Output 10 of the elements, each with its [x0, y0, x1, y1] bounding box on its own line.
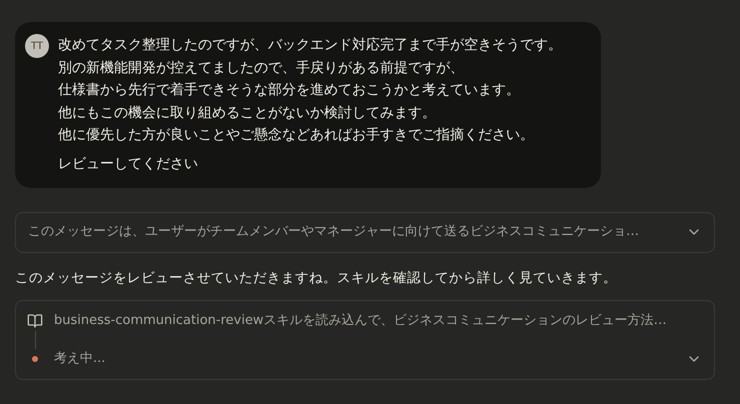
user-avatar: TT [25, 34, 49, 58]
step-text: business-communication-reviewスキルを読み込んで、ビジネスコミュニケーションのレビュー方法… [54, 312, 667, 330]
request-text: レビューしてください [58, 154, 199, 174]
summary-panel[interactable]: このメッセージは、ユーザーがチームメンバーやマネージャーに向けて送るビジネスコミュニケーショ… [15, 212, 715, 252]
activity-panel[interactable]: business-communication-reviewスキルを読み込んで、ビジネスコミュニケーションのレビュー方法… 考え中... [15, 300, 715, 380]
step-text: 考え中... [54, 350, 106, 368]
book-icon [27, 312, 43, 328]
summary-text: このメッセージは、ユーザーがチームメンバーやマネージャーに向けて送るビジネスコミュニケーショ… [28, 223, 639, 242]
message-text: 改めてタスク整理したのですが、バックエンド対応完了まで手が空きそうです。 別の新機能開発が控えてましたので、手戻りがある前提ですが、 仕様書から先行で着手できそうな部分を進めておこうかと考えています。 他にもこの機会に取り組めることがないか検討してみます。 他に優先した方が良いことやご懸念などあればお手すきでご指摘ください。 [58, 36, 562, 145]
assistant-reply: このメッセージをレビューさせていただきますね。スキルを確認してから詳しく見ていきます。 [15, 268, 618, 288]
